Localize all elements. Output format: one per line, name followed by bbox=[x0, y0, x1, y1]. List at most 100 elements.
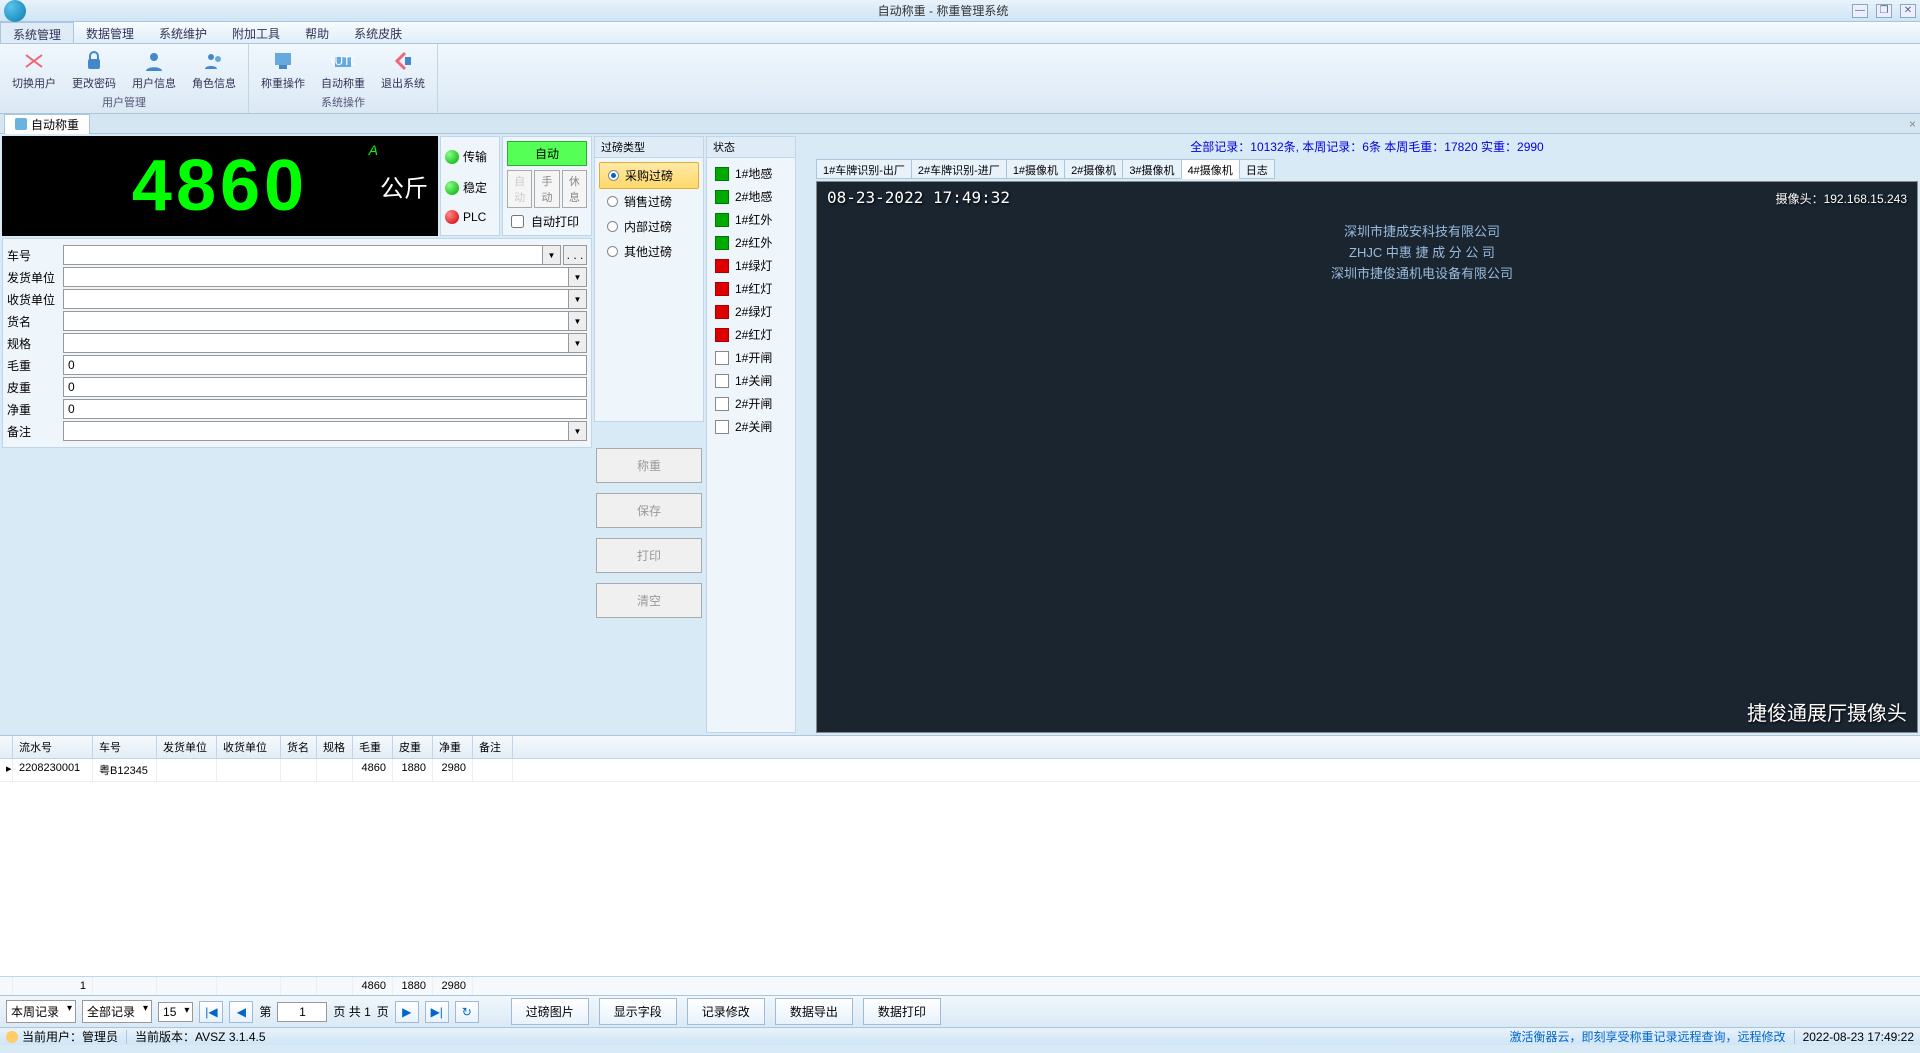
led-PLC bbox=[445, 210, 459, 224]
radio-采购过磅[interactable]: 采购过磅 bbox=[599, 162, 699, 189]
scope-select[interactable]: 全部记录 bbox=[82, 1000, 152, 1023]
summary-bar: 全部记录：10132条, 本周记录：6条 本周毛重：17820 实重：2990 bbox=[816, 136, 1918, 157]
menu-5[interactable]: 系统皮肤 bbox=[342, 22, 415, 43]
user-icon bbox=[6, 1031, 18, 1043]
tb-数据导出[interactable]: 数据导出 bbox=[775, 998, 853, 1025]
lookup-car[interactable]: . . . bbox=[563, 245, 587, 265]
close-button[interactable]: ✕ bbox=[1900, 4, 1916, 18]
status-1#开闸 bbox=[715, 351, 729, 365]
cam-tab-6[interactable]: 日志 bbox=[1239, 159, 1275, 179]
last-page-button[interactable]: ▶| bbox=[425, 1001, 449, 1023]
input-car[interactable] bbox=[63, 245, 543, 265]
menu-1[interactable]: 数据管理 bbox=[74, 22, 147, 43]
status-2#关闸 bbox=[715, 420, 729, 434]
weight-value: 4860 bbox=[132, 145, 308, 227]
dropdown-goods[interactable]: ▼ bbox=[569, 311, 587, 331]
col-净重[interactable]: 净重 bbox=[433, 736, 473, 758]
input-tare[interactable]: 0 bbox=[63, 377, 587, 397]
input-goods[interactable] bbox=[63, 311, 569, 331]
action-打印[interactable]: 打印 bbox=[596, 538, 702, 573]
ribbon-称重操作[interactable]: 称重操作 bbox=[253, 46, 313, 93]
tab-close-button[interactable]: × bbox=[1905, 117, 1920, 131]
dropdown-spec[interactable]: ▼ bbox=[569, 333, 587, 353]
input-net[interactable]: 0 bbox=[63, 399, 587, 419]
status-message: 激活衡器云，即刻享受称重记录远程查询，远程修改 bbox=[1510, 1028, 1786, 1045]
col-皮重[interactable]: 皮重 bbox=[393, 736, 433, 758]
document-tabs: 自动称重 × bbox=[0, 114, 1920, 134]
tab-auto-weigh[interactable]: 自动称重 bbox=[4, 114, 90, 134]
pagesize-select[interactable]: 15 bbox=[158, 1002, 193, 1022]
dropdown-receiver[interactable]: ▼ bbox=[569, 289, 587, 309]
mode-btn-手动[interactable]: 手动 bbox=[534, 170, 559, 208]
period-select[interactable]: 本周记录 bbox=[6, 1000, 76, 1023]
mode-panel: 自动 自动手动休息 自动打印 bbox=[502, 136, 592, 236]
page-input[interactable] bbox=[277, 1002, 327, 1022]
input-gross[interactable]: 0 bbox=[63, 355, 587, 375]
tb-显示字段[interactable]: 显示字段 bbox=[599, 998, 677, 1025]
input-sender[interactable] bbox=[63, 267, 569, 287]
titlebar: 自动称重 - 称重管理系统 — ❐ ✕ bbox=[0, 0, 1920, 22]
col-车号[interactable]: 车号 bbox=[93, 736, 157, 758]
bottom-toolbar: 本周记录 全部记录 15 |◀ ◀ 第 页 共 1 页 ▶ ▶| ↻ 过磅图片显… bbox=[0, 995, 1920, 1027]
ribbon-用户信息[interactable]: 用户信息 bbox=[124, 46, 184, 93]
input-receiver[interactable] bbox=[63, 289, 569, 309]
col-收货单位[interactable]: 收货单位 bbox=[217, 736, 281, 758]
prev-page-button[interactable]: ◀ bbox=[229, 1001, 253, 1023]
col-规格[interactable]: 规格 bbox=[317, 736, 353, 758]
autoprint-checkbox[interactable]: 自动打印 bbox=[507, 212, 587, 231]
ribbon-角色信息[interactable]: 角色信息 bbox=[184, 46, 244, 93]
radio-内部过磅[interactable]: 内部过磅 bbox=[599, 214, 699, 239]
mode-btn-自动[interactable]: 自动 bbox=[507, 170, 532, 208]
status-1#红灯 bbox=[715, 282, 729, 296]
action-buttons: 称重保存打印清空 bbox=[594, 424, 704, 734]
col-流水号[interactable]: 流水号 bbox=[13, 736, 93, 758]
tb-记录修改[interactable]: 记录修改 bbox=[687, 998, 765, 1025]
radio-其他过磅[interactable]: 其他过磅 bbox=[599, 239, 699, 264]
statusbar: 当前用户： 管理员 当前版本： AVSZ 3.1.4.5 激活衡器云，即刻享受称… bbox=[0, 1027, 1920, 1045]
next-page-button[interactable]: ▶ bbox=[395, 1001, 419, 1023]
action-称重[interactable]: 称重 bbox=[596, 448, 702, 483]
cam-tab-5[interactable]: 4#摄像机 bbox=[1181, 159, 1240, 179]
ribbon: 切换用户更改密码用户信息角色信息 用户管理 称重操作AUTO自动称重退出系统 系… bbox=[0, 44, 1920, 114]
tb-过磅图片[interactable]: 过磅图片 bbox=[511, 998, 589, 1025]
cam-tab-3[interactable]: 2#摄像机 bbox=[1064, 159, 1123, 179]
ribbon-更改密码[interactable]: 更改密码 bbox=[64, 46, 124, 93]
menu-3[interactable]: 附加工具 bbox=[220, 22, 293, 43]
refresh-button[interactable]: ↻ bbox=[455, 1001, 479, 1023]
dropdown-sender[interactable]: ▼ bbox=[569, 267, 587, 287]
form-panel: 车号▼. . .发货单位▼收货单位▼货名▼规格▼毛重0皮重0净重0备注▼ bbox=[2, 238, 592, 448]
ribbon-自动称重[interactable]: AUTO自动称重 bbox=[313, 46, 373, 93]
cam-tab-2[interactable]: 1#摄像机 bbox=[1006, 159, 1065, 179]
cam-tab-4[interactable]: 3#摄像机 bbox=[1122, 159, 1181, 179]
radio-销售过磅[interactable]: 销售过磅 bbox=[599, 189, 699, 214]
status-datetime: 2022-08-23 17:49:22 bbox=[1803, 1030, 1914, 1044]
input-remark[interactable] bbox=[63, 421, 569, 441]
ribbon-切换用户[interactable]: 切换用户 bbox=[4, 46, 64, 93]
menu-0[interactable]: 系统管理 bbox=[0, 22, 74, 43]
status-1#红外 bbox=[715, 213, 729, 227]
dropdown-remark[interactable]: ▼ bbox=[569, 421, 587, 441]
app-logo bbox=[4, 0, 26, 22]
mode-btn-休息[interactable]: 休息 bbox=[562, 170, 587, 208]
col-备注[interactable]: 备注 bbox=[473, 736, 513, 758]
ribbon-group-system: 称重操作AUTO自动称重退出系统 系统操作 bbox=[249, 44, 438, 113]
col-发货单位[interactable]: 发货单位 bbox=[157, 736, 217, 758]
cam-tab-0[interactable]: 1#车牌识别-出厂 bbox=[816, 159, 912, 179]
tb-数据打印[interactable]: 数据打印 bbox=[863, 998, 941, 1025]
status-1#地感 bbox=[715, 167, 729, 181]
ribbon-退出系统[interactable]: 退出系统 bbox=[373, 46, 433, 93]
camera-view: 08-23-2022 17:49:32 摄像头：192.168.15.243 捷… bbox=[816, 181, 1918, 733]
minimize-button[interactable]: — bbox=[1852, 4, 1868, 18]
menu-4[interactable]: 帮助 bbox=[293, 22, 342, 43]
first-page-button[interactable]: |◀ bbox=[199, 1001, 223, 1023]
maximize-button[interactable]: ❐ bbox=[1876, 4, 1892, 18]
action-清空[interactable]: 清空 bbox=[596, 583, 702, 618]
input-spec[interactable] bbox=[63, 333, 569, 353]
col-货名[interactable]: 货名 bbox=[281, 736, 317, 758]
menu-2[interactable]: 系统维护 bbox=[147, 22, 220, 43]
led-稳定 bbox=[445, 181, 459, 195]
cam-tab-1[interactable]: 2#车牌识别-进厂 bbox=[911, 159, 1007, 179]
dropdown-car[interactable]: ▼ bbox=[543, 245, 561, 265]
action-保存[interactable]: 保存 bbox=[596, 493, 702, 528]
col-毛重[interactable]: 毛重 bbox=[353, 736, 393, 758]
